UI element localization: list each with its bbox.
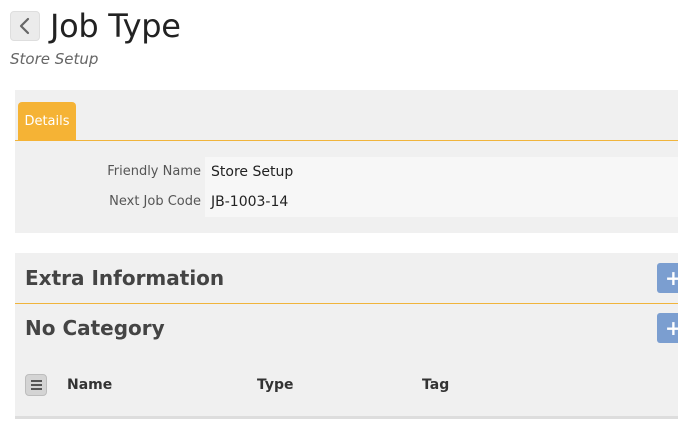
page-subtitle: Store Setup [10,50,99,68]
back-button[interactable] [10,11,40,41]
add-category-item-button[interactable]: + [657,313,678,343]
category-title: No Category [25,316,165,340]
next-job-code-value: JB-1003-14 [205,187,678,217]
extra-information-panel: Extra Information + No Category + Name T… [15,253,678,419]
column-header-type[interactable]: Type [257,367,294,403]
next-job-code-label: Next Job Code [109,194,201,209]
category-header: No Category [15,303,678,353]
extra-information-header: Extra Information [15,253,678,303]
field-row-friendly-name: Friendly Name Store Setup [15,157,678,187]
friendly-name-value: Store Setup [205,157,678,187]
add-extra-information-button[interactable]: + [657,263,678,293]
tab-details[interactable]: Details [18,102,76,141]
field-row-next-job-code: Next Job Code JB-1003-14 [15,187,678,217]
table-header: Name Type Tag [15,367,678,403]
hamburger-menu-icon[interactable] [25,374,47,396]
friendly-name-label: Friendly Name [107,164,201,179]
plus-icon: + [665,266,678,290]
extra-information-title: Extra Information [25,266,225,290]
chevron-left-icon [19,17,30,35]
plus-icon: + [665,316,678,340]
column-header-name[interactable]: Name [67,367,112,403]
tab-strip: Details [15,90,678,141]
details-panel: Details Friendly Name Store Setup Next J… [15,90,678,233]
column-header-tag[interactable]: Tag [422,367,449,403]
page-title: Job Type [50,7,181,45]
